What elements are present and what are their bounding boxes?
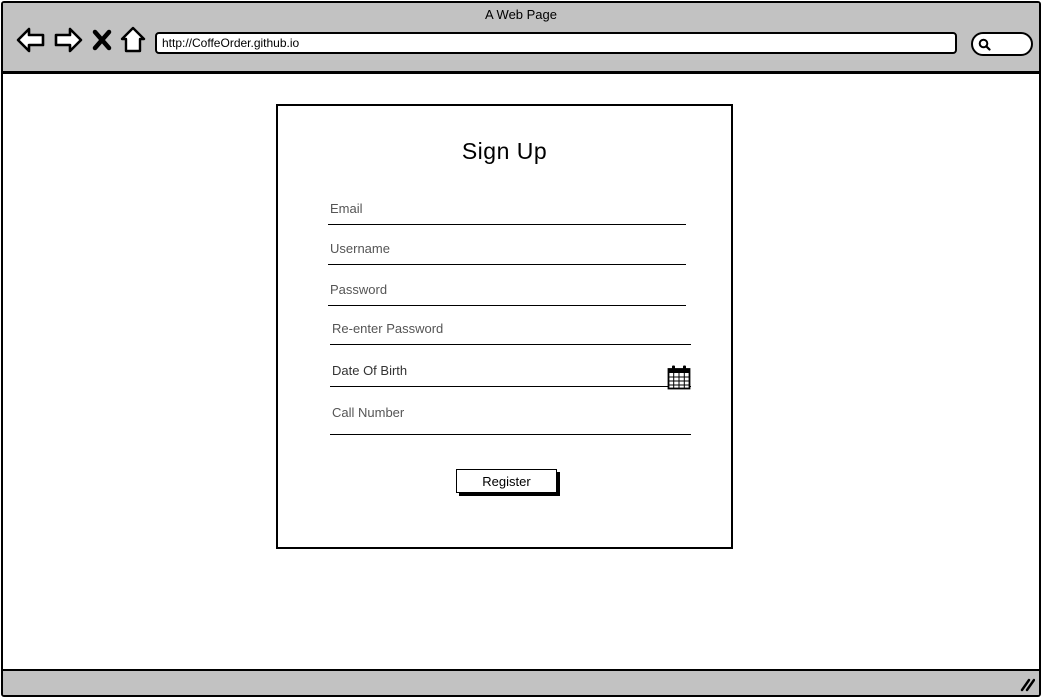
date-of-birth-input[interactable] [330,359,660,386]
status-bar [3,669,1039,695]
browser-toolbar: A Web Page [3,3,1039,74]
close-icon[interactable] [89,24,115,56]
resize-grip-icon[interactable] [1019,676,1035,692]
browser-window: A Web Page Sign Up [1,1,1041,697]
reenter-password-input[interactable] [330,317,691,344]
signup-form: Sign Up Register [276,104,733,549]
search-icon [978,38,991,51]
password-input[interactable] [328,278,686,305]
calendar-icon[interactable] [667,365,691,390]
username-field [328,237,686,265]
forward-arrow-icon[interactable] [52,24,84,56]
window-title: A Web Page [484,7,558,22]
reenter-password-field [330,317,691,345]
username-input[interactable] [328,237,686,264]
browser-search-button[interactable] [971,32,1033,56]
call-number-field [330,401,691,435]
password-field [328,278,686,306]
back-arrow-icon[interactable] [15,24,47,56]
register-button[interactable]: Register [456,469,557,493]
call-number-input[interactable] [330,401,691,434]
date-of-birth-field [330,359,691,390]
form-title: Sign Up [461,138,548,164]
email-field [328,197,686,225]
email-input[interactable] [328,197,686,224]
address-bar[interactable] [155,32,957,54]
home-icon[interactable] [117,24,149,56]
